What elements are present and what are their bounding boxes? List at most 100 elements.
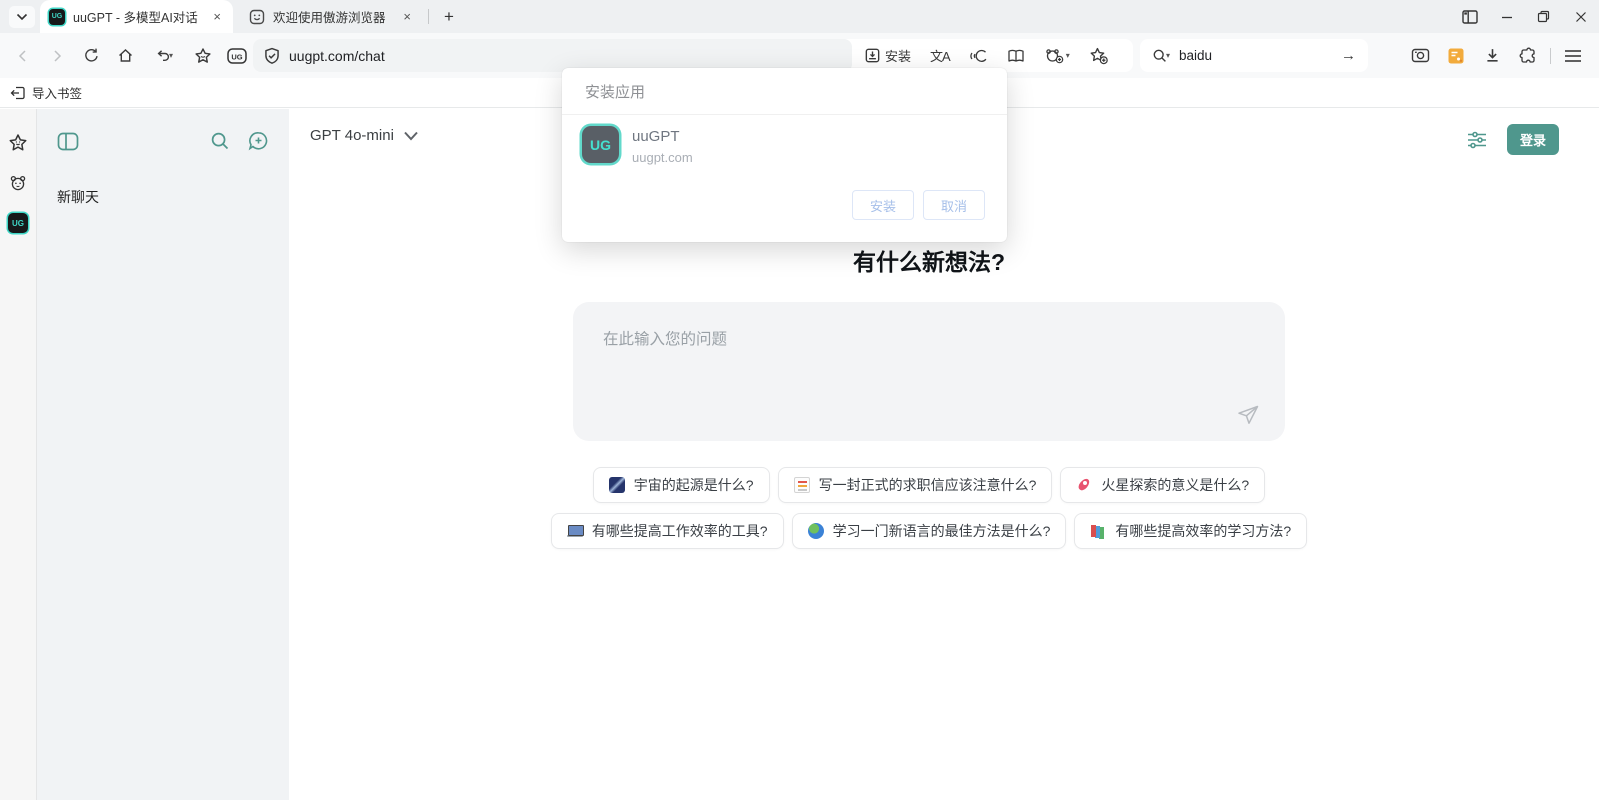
suggestion-label: 学习一门新语言的最佳方法是什么? [833,521,1051,541]
maxnote-panda-button[interactable] [7,172,29,194]
search-chats-button[interactable] [210,131,230,151]
uugpt-extension-button[interactable]: UG [222,41,252,71]
panda-add-icon [1044,47,1064,64]
screenshot-button[interactable] [1405,41,1435,71]
close-window-button[interactable] [1562,0,1599,33]
install-label: 安装 [885,46,911,65]
sliders-icon [1467,131,1487,149]
chat-list-item-new[interactable]: 新聊天 [57,187,269,207]
forward-icon [49,48,65,64]
book-icon [1007,48,1025,64]
suggestion-label: 有哪些提高效率的学习方法? [1115,521,1291,541]
read-aloud-button[interactable] [969,48,988,64]
downloads-button[interactable] [1477,41,1507,71]
suggestion-chip[interactable]: 写一封正式的求职信应该注意什么? [778,467,1053,503]
new-tab-button[interactable]: + [434,7,464,27]
install-app-dialog: 安装应用 UG uuGPT uugpt.com 安装 取消 [562,68,1007,242]
refresh-icon [83,47,100,64]
suggestion-chip[interactable]: 学习一门新语言的最佳方法是什么? [792,513,1067,549]
suggestion-label: 有哪些提高工作效率的工具? [592,521,768,541]
import-bookmarks-label: 导入书签 [32,83,82,102]
uugpt-app-icon: UG [8,213,28,233]
panda-icon [8,174,28,192]
paper-plane-icon [1236,403,1260,427]
tab-title: uuGPT - 多模型AI对话 [73,7,202,26]
puzzle-icon [1519,47,1537,65]
boss-layout-button[interactable] [1451,0,1488,33]
settings-button[interactable] [1467,131,1487,149]
app-domain: uugpt.com [632,150,693,165]
dropdown-icon: ▾ [1066,51,1070,60]
restore-button[interactable] [1525,0,1562,33]
translate-button[interactable]: 文A [930,46,950,65]
app-icon: UG [582,126,619,163]
login-button[interactable]: 登录 [1507,124,1559,155]
search-value: baidu [1179,48,1341,63]
tab-maxthon-welcome[interactable]: 欢迎使用傲游浏览器 × [240,0,423,33]
chevron-down-icon [403,131,419,141]
add-favorite-button[interactable] [1089,47,1108,65]
globe-emoji-icon [808,523,824,539]
extensions-button[interactable] [1513,41,1543,71]
extension-mascot-button[interactable]: ▾ [1044,47,1070,64]
search-engine-dropdown-icon[interactable]: ▾ [1166,51,1170,60]
import-bookmarks-button[interactable]: 导入书签 [10,83,82,102]
input-placeholder: 在此输入您的问题 [603,327,1255,349]
reading-mode-button[interactable] [1007,48,1025,64]
star-face-icon [8,133,28,153]
close-tab-icon[interactable]: × [400,9,414,24]
search-field[interactable]: ▾ baidu → [1140,39,1368,72]
favorites-sidebar-button[interactable] [7,132,29,154]
window-controls [1451,0,1599,33]
search-go-icon[interactable]: → [1341,47,1356,64]
tab-uugpt[interactable]: UG uuGPT - 多模型AI对话 × [40,0,233,33]
forward-button[interactable] [42,41,72,71]
suggestion-label: 宇宙的起源是什么? [634,475,754,495]
suggestion-chip[interactable]: 宇宙的起源是什么? [593,467,770,503]
install-app-button[interactable]: 安装 [864,46,911,65]
suggestion-chip[interactable]: 火星探索的意义是什么? [1060,467,1265,503]
ug-box-icon: UG [226,47,248,65]
dialog-title: 安装应用 [562,68,1007,115]
notes-button[interactable] [1441,41,1471,71]
restore-icon [1537,10,1550,23]
read-aloud-icon [969,48,988,64]
uugpt-favicon: UG [49,9,65,25]
install-confirm-button[interactable]: 安装 [852,190,914,220]
refresh-button[interactable] [76,41,106,71]
send-button[interactable] [1236,403,1260,427]
model-selector[interactable]: GPT 4o-mini [310,127,419,144]
page-title: 有什么新想法? [573,243,1285,277]
suggestion-label: 写一封正式的求职信应该注意什么? [819,475,1037,495]
url-text: uugpt.com/chat [289,48,385,64]
note-icon [1447,47,1465,65]
suggestion-chip[interactable]: 有哪些提高效率的学习方法? [1074,513,1307,549]
new-chat-icon [248,131,269,151]
favorites-button[interactable] [188,41,218,71]
minimize-button[interactable] [1488,0,1525,33]
books-emoji-icon [1090,523,1106,539]
back-button[interactable] [8,41,38,71]
search-icon [210,131,230,151]
model-name: GPT 4o-mini [310,127,394,144]
star-add-icon [1089,47,1108,65]
menu-button[interactable] [1558,41,1588,71]
undo-dropdown-icon[interactable]: ▾ [169,51,173,60]
home-button[interactable] [110,41,140,71]
sidebar-toggle-icon [57,132,79,151]
chat-sidebar: 新聊天 [37,109,289,800]
close-tab-icon[interactable]: × [210,9,224,24]
collapse-sidebar-button[interactable] [57,132,79,151]
undo-button[interactable]: ▾ [144,41,184,71]
import-icon [10,85,26,101]
star-icon [194,47,212,65]
camera-icon [1411,47,1430,64]
uugpt-app-shortcut[interactable]: UG [7,212,29,234]
suggestion-chip[interactable]: 有哪些提高工作效率的工具? [551,513,784,549]
tab-list-button[interactable] [9,6,35,28]
new-chat-button[interactable] [248,131,269,151]
install-cancel-button[interactable]: 取消 [923,190,985,220]
question-input[interactable]: 在此输入您的问题 [573,302,1285,441]
toolbar-divider [1550,48,1551,64]
layout-icon [1462,10,1478,24]
